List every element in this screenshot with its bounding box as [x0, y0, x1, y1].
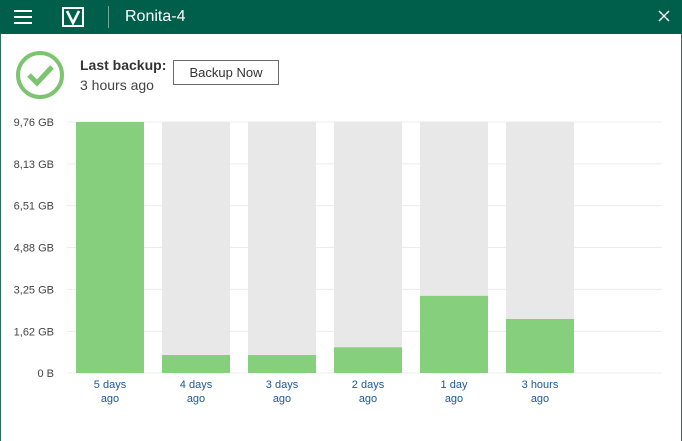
y-tick-label: 6,51 GB	[14, 201, 54, 213]
x-tick-label: ago	[445, 393, 463, 405]
x-tick-label: ago	[273, 393, 291, 405]
x-tick-label: 5 days	[94, 379, 127, 391]
y-tick-label: 8,13 GB	[14, 159, 54, 171]
y-tick-label: 3,25 GB	[14, 284, 54, 296]
title-bar: Ronita-4	[0, 0, 682, 34]
x-tick-label: 3 hours	[522, 379, 559, 391]
close-icon[interactable]	[656, 8, 672, 24]
x-tick-label: ago	[187, 393, 205, 405]
y-tick-label: 0 B	[37, 368, 54, 380]
veeam-logo-icon	[62, 7, 84, 27]
bar	[248, 354, 316, 373]
bar-capacity	[162, 122, 230, 373]
x-tick-label: 1 day	[441, 379, 468, 391]
x-tick-label: ago	[531, 393, 549, 405]
last-backup-label: Last backup:	[80, 57, 167, 73]
backup-now-button[interactable]: Backup Now	[173, 60, 279, 85]
bar-capacity	[248, 122, 316, 373]
x-tick-label: 2 days	[352, 379, 385, 391]
window-title: Ronita-4	[125, 8, 186, 25]
bar	[506, 318, 574, 373]
bar-capacity	[334, 122, 402, 373]
backup-size-chart: 0 B 1,62 GB 3,25 GB 4,88 GB 6,51 GB 8,13 GB 9,…	[14, 117, 662, 405]
x-tick-label: 3 days	[266, 379, 299, 391]
last-backup-time: 3 hours ago	[80, 77, 154, 93]
title-divider	[108, 6, 109, 28]
checkmark-circle-icon	[16, 51, 64, 99]
x-tick-label: 4 days	[180, 379, 213, 391]
bar	[420, 295, 488, 373]
bar	[334, 347, 402, 373]
y-tick-label: 9,76 GB	[14, 117, 54, 129]
y-tick-label: 1,62 GB	[14, 326, 54, 338]
bar	[76, 122, 144, 373]
x-tick-label: ago	[101, 393, 119, 405]
x-tick-label: ago	[359, 393, 377, 405]
bar	[162, 354, 230, 373]
hamburger-menu-icon[interactable]	[14, 9, 34, 25]
y-tick-label: 4,88 GB	[14, 243, 54, 255]
